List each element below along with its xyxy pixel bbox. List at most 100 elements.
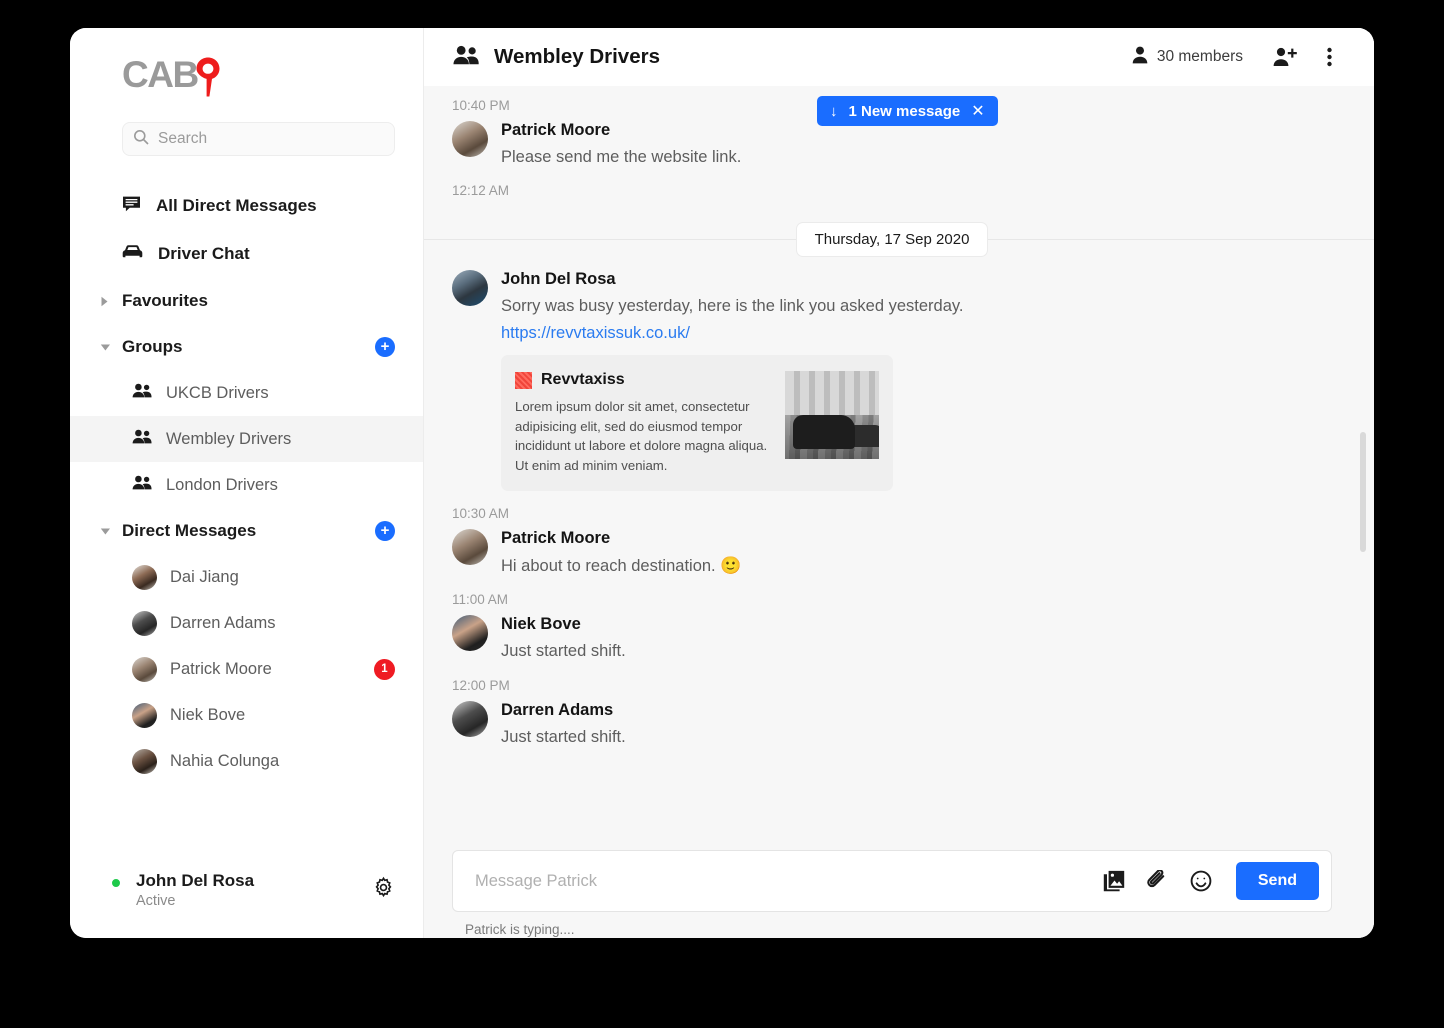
sidebar-section-direct-messages[interactable]: Direct Messages + bbox=[70, 508, 423, 554]
avatar bbox=[132, 702, 157, 728]
unread-badge: 1 bbox=[374, 658, 395, 680]
message-list: ↓ 1 New message ✕ 10:40 PM Patrick Moore… bbox=[424, 86, 1374, 938]
current-user-name: John Del Rosa bbox=[136, 871, 255, 890]
sidebar-section-label: Groups bbox=[122, 337, 183, 356]
app-logo[interactable]: CAB bbox=[70, 28, 423, 114]
group-icon bbox=[132, 383, 152, 403]
link-preview-title: Revvtaxiss bbox=[541, 371, 625, 389]
date-divider: Thursday, 17 Sep 2020 bbox=[424, 216, 1374, 262]
link-preview-thumbnail bbox=[785, 371, 879, 460]
composer-area: Send Patrick is typing.... bbox=[424, 840, 1374, 938]
message-item: Patrick Moore Please send me the website… bbox=[452, 121, 1332, 169]
chat-bubble-icon bbox=[122, 195, 141, 218]
kebab-menu-icon[interactable] bbox=[1327, 47, 1332, 67]
logo-text: CAB bbox=[122, 54, 199, 95]
current-user-status: Active bbox=[136, 893, 176, 909]
message-input[interactable] bbox=[475, 871, 1081, 891]
sidebar-group-wembley-drivers[interactable]: Wembley Drivers bbox=[70, 416, 423, 462]
message-text: Just started shift. bbox=[501, 727, 626, 746]
avatar[interactable] bbox=[452, 529, 488, 566]
search-icon bbox=[133, 129, 149, 150]
logo-pin-icon bbox=[195, 56, 221, 97]
search-placeholder: Search bbox=[158, 130, 208, 147]
new-message-label: 1 New message bbox=[848, 102, 961, 120]
emoji-icon: 🙂 bbox=[720, 556, 742, 576]
avatar bbox=[132, 748, 157, 774]
sidebar-section-groups[interactable]: Groups + bbox=[70, 324, 423, 370]
image-icon[interactable] bbox=[1103, 870, 1125, 892]
sidebar-section-favourites[interactable]: Favourites bbox=[70, 278, 423, 324]
message-sender: John Del Rosa bbox=[501, 270, 616, 289]
message-link[interactable]: https://revvtaxissuk.co.uk/ bbox=[501, 324, 1332, 343]
sidebar-group-label: London Drivers bbox=[166, 475, 278, 494]
sidebar-dm-patrick-moore[interactable]: Patrick Moore 1 bbox=[70, 646, 423, 692]
search-input[interactable]: Search bbox=[122, 122, 395, 156]
app-window: CAB Search All Direct Messages Driver Ch… bbox=[70, 28, 1374, 938]
message-item: John Del Rosa Sorry was busy yesterday, … bbox=[452, 270, 1332, 492]
current-user-footer[interactable]: John Del Rosa Active bbox=[70, 842, 423, 938]
message-timestamp: 12:12 AM bbox=[452, 183, 510, 199]
message-item: Patrick Moore Hi about to reach destinat… bbox=[452, 529, 1332, 578]
sidebar-dm-nahia-colunga[interactable]: Nahia Colunga bbox=[70, 738, 423, 784]
emoji-icon[interactable] bbox=[1190, 870, 1212, 892]
sidebar-dm-label: Dai Jiang bbox=[170, 567, 239, 586]
typing-indicator: Patrick is typing.... bbox=[465, 922, 575, 937]
avatar[interactable] bbox=[452, 121, 488, 157]
message-sender: Darren Adams bbox=[501, 700, 614, 719]
link-preview-card[interactable]: Revvtaxiss Lorem ipsum dolor sit amet, c… bbox=[501, 355, 893, 492]
message-timestamp: 11:00 AM bbox=[452, 592, 509, 608]
sidebar-dm-darren-adams[interactable]: Darren Adams bbox=[70, 600, 423, 646]
message-sender: Patrick Moore bbox=[501, 529, 611, 548]
avatar bbox=[132, 564, 157, 590]
sidebar-section-label: Direct Messages bbox=[122, 521, 257, 540]
sidebar-dm-dai-jiang[interactable]: Dai Jiang bbox=[70, 554, 423, 600]
message-item: Darren Adams Just started shift. bbox=[452, 700, 1332, 749]
person-icon bbox=[1132, 46, 1148, 69]
chevron-down-icon[interactable] bbox=[100, 343, 114, 352]
message-composer[interactable]: Send bbox=[452, 850, 1332, 912]
group-icon bbox=[132, 475, 152, 495]
new-message-banner[interactable]: ↓ 1 New message ✕ bbox=[817, 96, 998, 126]
link-preview-description: Lorem ipsum dolor sit amet, consectetur … bbox=[515, 399, 768, 473]
chat-panel: Wembley Drivers 30 members ↓ 1 New messa… bbox=[424, 28, 1374, 938]
chat-scrollbar[interactable] bbox=[1360, 432, 1366, 552]
close-icon[interactable]: ✕ bbox=[971, 101, 984, 121]
avatar[interactable] bbox=[452, 615, 488, 652]
sidebar-dm-label: Nahia Colunga bbox=[170, 751, 280, 770]
chevron-down-icon[interactable] bbox=[100, 527, 114, 536]
message-timestamp: 10:30 AM bbox=[452, 506, 510, 522]
sidebar-dm-label: Darren Adams bbox=[170, 613, 276, 632]
message-text: Sorry was busy yesterday, here is the li… bbox=[501, 297, 964, 316]
members-count[interactable]: 30 members bbox=[1132, 46, 1243, 69]
sidebar-group-ukcb-drivers[interactable]: UKCB Drivers bbox=[70, 370, 423, 416]
paperclip-icon[interactable] bbox=[1147, 870, 1168, 892]
page-title: Wembley Drivers bbox=[494, 45, 660, 68]
status-badge bbox=[110, 877, 122, 889]
group-icon bbox=[452, 45, 480, 70]
gear-icon[interactable] bbox=[372, 876, 395, 904]
sidebar: CAB Search All Direct Messages Driver Ch… bbox=[70, 28, 424, 938]
sidebar-group-label: Wembley Drivers bbox=[166, 429, 292, 448]
sidebar-dm-niek-bove[interactable]: Niek Bove bbox=[70, 692, 423, 738]
sidebar-dm-label: Patrick Moore bbox=[170, 659, 272, 678]
members-count-label: 30 members bbox=[1156, 48, 1243, 65]
sidebar-item-all-direct-messages[interactable]: All Direct Messages bbox=[70, 182, 423, 230]
add-group-button[interactable]: + bbox=[375, 337, 395, 357]
chevron-right-icon[interactable] bbox=[100, 296, 114, 307]
message-text: Just started shift. bbox=[501, 642, 626, 661]
sidebar-item-driver-chat[interactable]: Driver Chat bbox=[70, 230, 423, 278]
message-text: Please send me the website link. bbox=[501, 148, 742, 166]
sidebar-item-label: Driver Chat bbox=[158, 244, 250, 263]
add-direct-message-button[interactable]: + bbox=[375, 521, 395, 541]
person-add-icon[interactable] bbox=[1273, 47, 1297, 67]
message-sender: Niek Bove bbox=[501, 615, 581, 634]
message-timestamp: 12:00 PM bbox=[452, 677, 510, 693]
send-button[interactable]: Send bbox=[1235, 862, 1319, 900]
avatar[interactable] bbox=[452, 700, 488, 737]
revvtaxiss-favicon-icon bbox=[515, 371, 532, 389]
sidebar-dm-label: Niek Bove bbox=[170, 705, 246, 724]
sidebar-group-london-drivers[interactable]: London Drivers bbox=[70, 462, 423, 508]
message-text: Hi about to reach destination. bbox=[501, 557, 716, 576]
car-icon bbox=[122, 244, 143, 264]
avatar[interactable] bbox=[452, 270, 488, 307]
